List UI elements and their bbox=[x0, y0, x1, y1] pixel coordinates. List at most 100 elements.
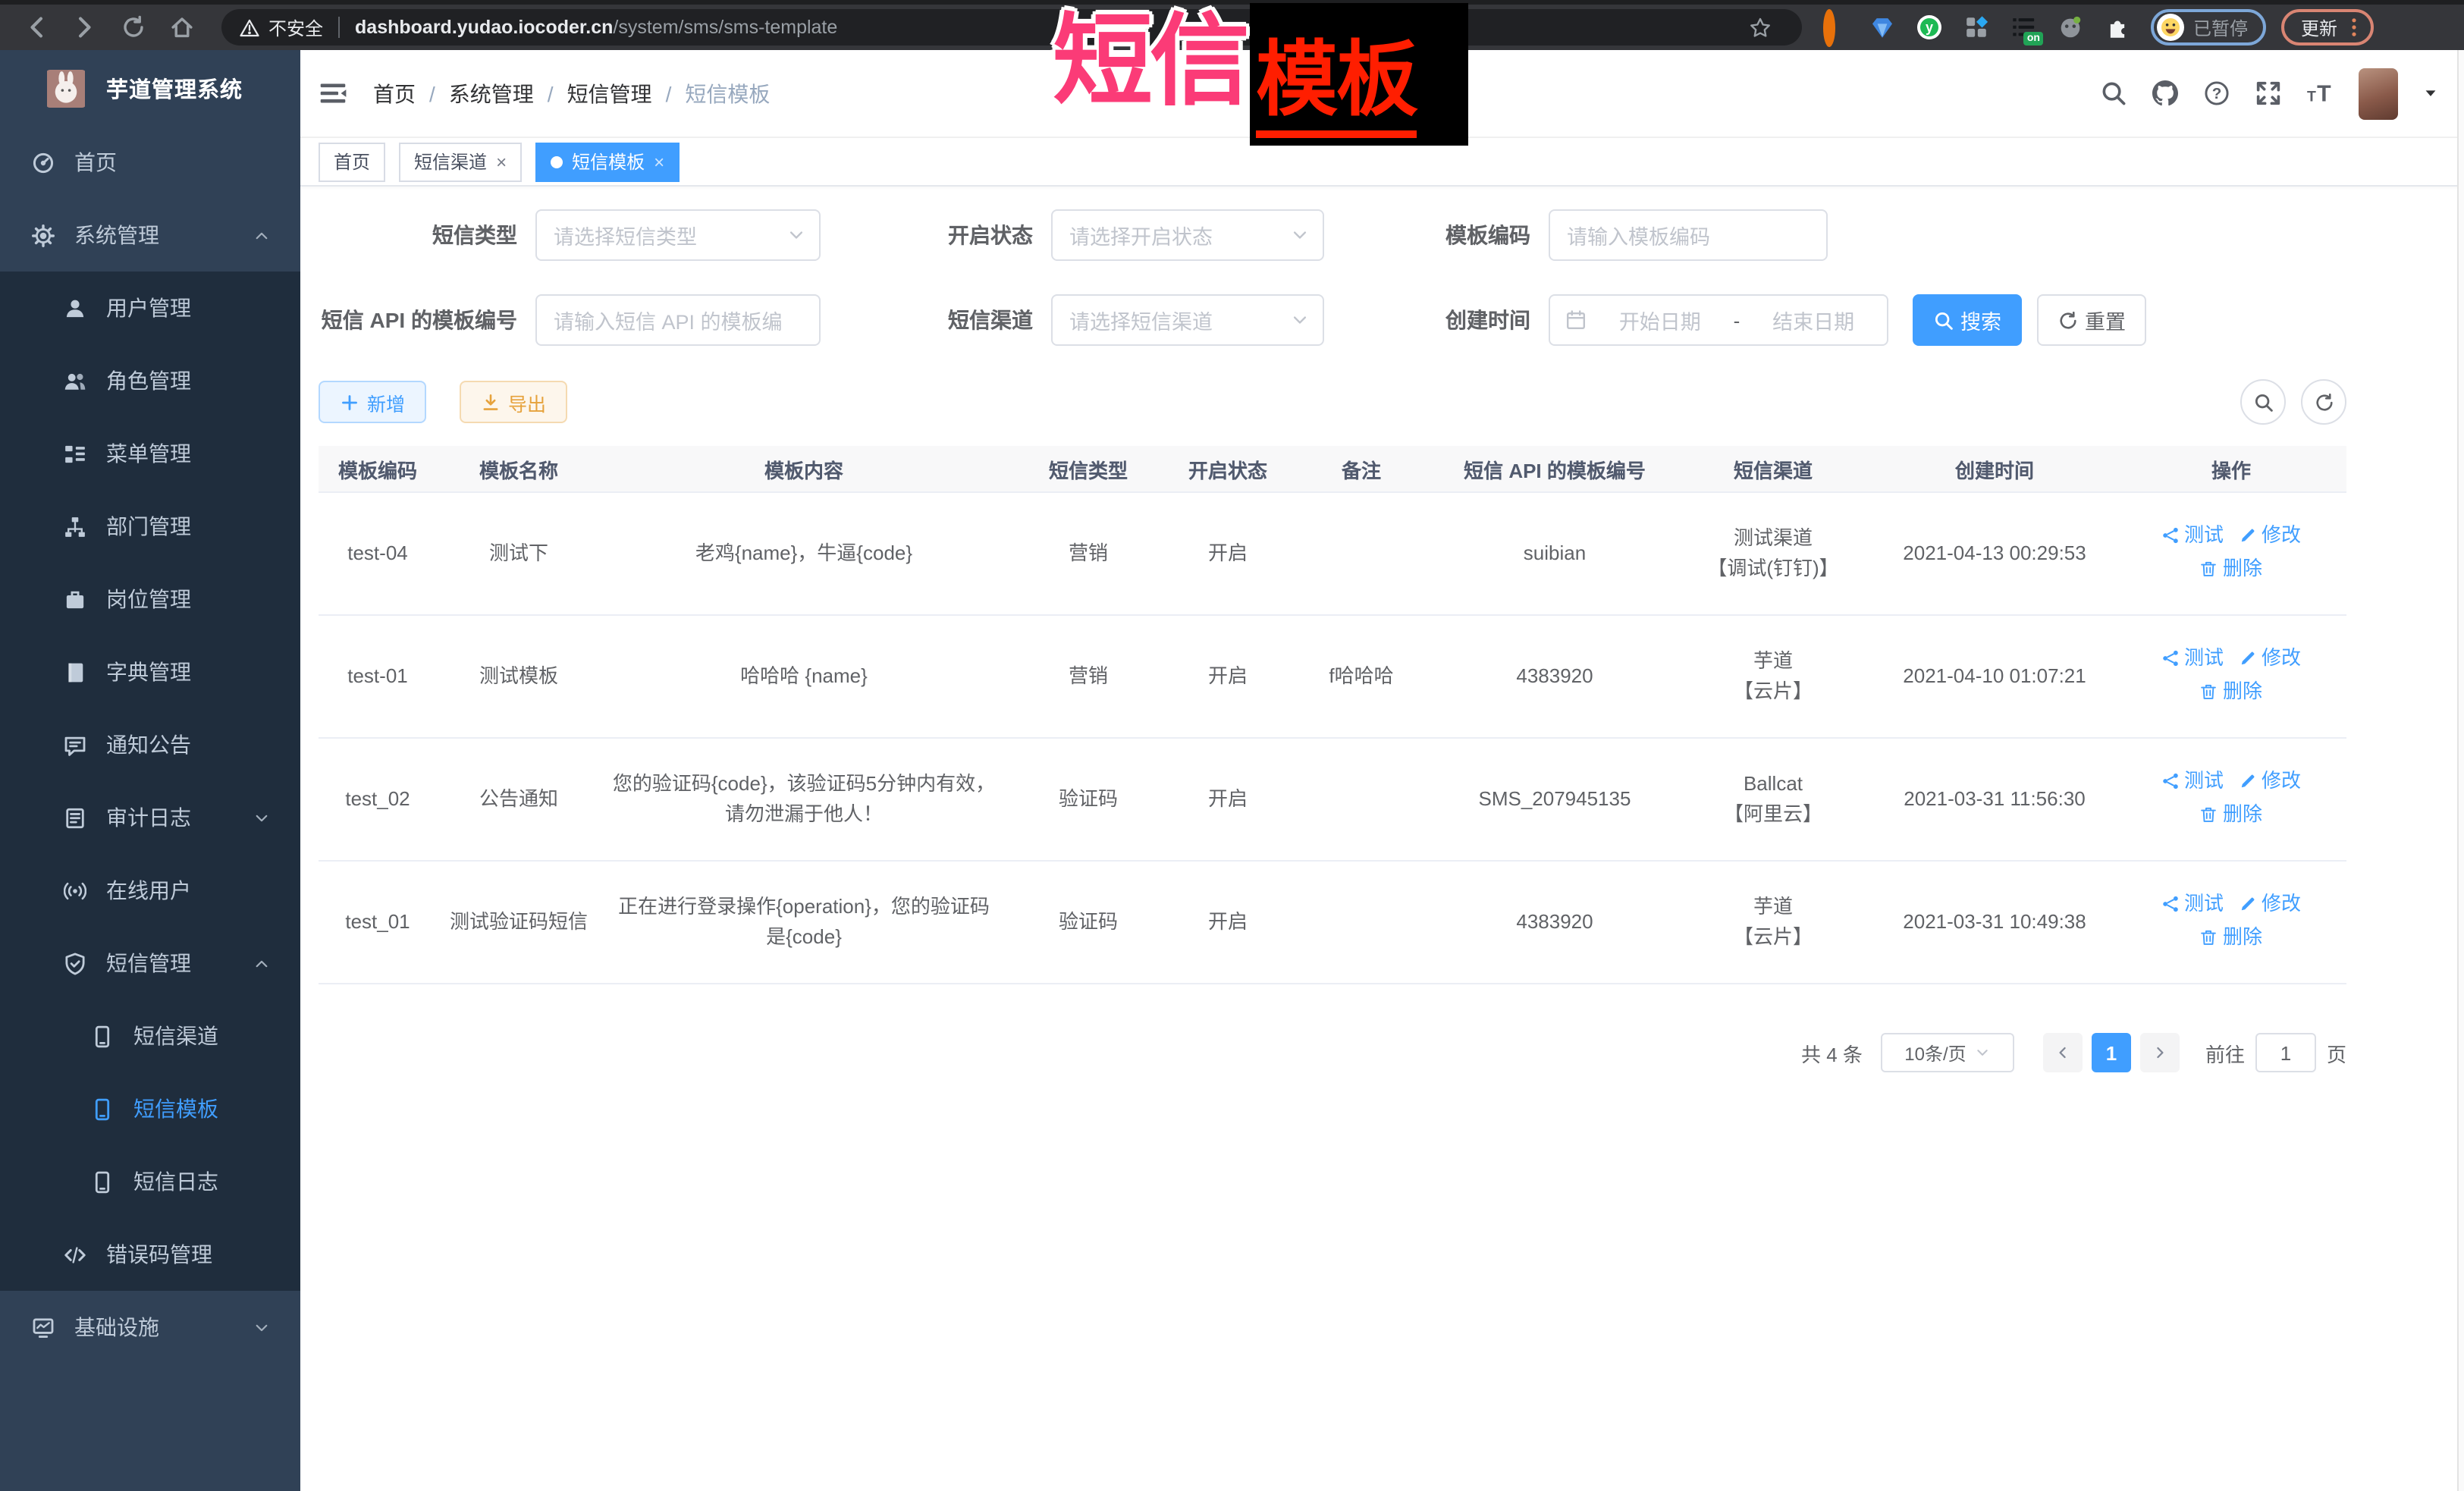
tab-sms-template[interactable]: 短信模板 × bbox=[535, 142, 680, 181]
search-button[interactable]: 搜索 bbox=[1913, 294, 2022, 346]
active-tab-dot bbox=[551, 155, 563, 168]
prev-page-button[interactable] bbox=[2043, 1033, 2083, 1072]
close-tab-icon[interactable]: × bbox=[496, 152, 507, 171]
delete-link[interactable]: 删除 bbox=[2200, 676, 2262, 707]
sidebar-item-dept-mgmt[interactable]: 部门管理 bbox=[0, 490, 300, 563]
extension-ring-icon[interactable] bbox=[1823, 15, 1847, 39]
sidebar-item-label: 基础设施 bbox=[74, 1312, 159, 1342]
status-select[interactable]: 请选择开启状态 bbox=[1051, 209, 1324, 261]
next-page-button[interactable] bbox=[2140, 1033, 2180, 1072]
edit-link[interactable]: 修改 bbox=[2239, 766, 2301, 796]
template-code-input[interactable]: 请输入模板编码 bbox=[1549, 209, 1828, 261]
security-label[interactable]: 不安全 bbox=[268, 14, 323, 40]
sidebar-item-label: 用户管理 bbox=[106, 293, 191, 323]
reset-button[interactable]: 重置 bbox=[2037, 294, 2146, 346]
header-search-icon[interactable] bbox=[2101, 80, 2127, 106]
sidebar-item-dict-mgmt[interactable]: 字典管理 bbox=[0, 636, 300, 708]
sidebar-item-infrastructure[interactable]: 基础设施 bbox=[0, 1291, 300, 1364]
edit-link[interactable]: 修改 bbox=[2239, 889, 2301, 919]
sidebar-item-notice[interactable]: 通知公告 bbox=[0, 708, 300, 781]
sidebar-item-user-mgmt[interactable]: 用户管理 bbox=[0, 272, 300, 344]
browser-back-icon[interactable] bbox=[24, 15, 49, 39]
sidebar-item-system-mgmt[interactable]: 系统管理 bbox=[0, 199, 300, 272]
current-page-button[interactable]: 1 bbox=[2092, 1033, 2131, 1072]
test-link[interactable]: 测试 bbox=[2161, 643, 2224, 673]
test-link[interactable]: 测试 bbox=[2161, 889, 2224, 919]
breadcrumb-sms[interactable]: 短信管理 bbox=[567, 78, 652, 108]
delete-link[interactable]: 删除 bbox=[2200, 799, 2262, 830]
start-date-placeholder[interactable]: 开始日期 bbox=[1587, 305, 1734, 335]
test-link[interactable]: 测试 bbox=[2161, 766, 2224, 796]
column-header: 操作 bbox=[2116, 446, 2346, 492]
edit-link[interactable]: 修改 bbox=[2239, 643, 2301, 673]
bookmark-star-icon[interactable] bbox=[1749, 16, 1772, 39]
sidebar-item-online-user[interactable]: 在线用户 bbox=[0, 854, 300, 927]
end-date-placeholder[interactable]: 结束日期 bbox=[1740, 305, 1887, 335]
window-scrollbar[interactable] bbox=[2457, 50, 2464, 1491]
sidebar-logo-row[interactable]: 芋道管理系统 bbox=[0, 50, 300, 126]
trash-icon bbox=[2200, 560, 2218, 578]
sidebar-item-post-mgmt[interactable]: 岗位管理 bbox=[0, 563, 300, 636]
hamburger-icon[interactable] bbox=[319, 79, 347, 108]
github-icon[interactable] bbox=[2152, 80, 2178, 106]
delete-link[interactable]: 删除 bbox=[2200, 554, 2262, 584]
font-size-icon[interactable]: TT bbox=[2307, 80, 2333, 106]
sms-type-label: 短信类型 bbox=[319, 220, 517, 250]
goto-page-input[interactable]: 1 bbox=[2255, 1033, 2316, 1072]
sidebar-item-audit-log[interactable]: 审计日志 bbox=[0, 781, 300, 854]
sms-type-select[interactable]: 请选择短信类型 bbox=[535, 209, 821, 261]
url-host[interactable]: dashboard.yudao.iocoder.cn bbox=[355, 17, 613, 38]
dict-icon bbox=[64, 661, 86, 683]
code-icon bbox=[64, 1243, 86, 1266]
export-button[interactable]: 导出 bbox=[460, 381, 567, 423]
sidebar-item-home[interactable]: 首页 bbox=[0, 126, 300, 199]
toggle-search-button[interactable] bbox=[2240, 379, 2286, 425]
sms-template-table: 模板编码模板名称模板内容短信类型开启状态备注短信 API 的模板编号短信渠道创建… bbox=[319, 446, 2346, 984]
extensions-puzzle-icon[interactable] bbox=[2105, 15, 2130, 39]
profile-paused-pill[interactable]: 已暂停 bbox=[2151, 9, 2266, 46]
chevron-down-icon bbox=[1291, 226, 1309, 244]
help-icon[interactable]: ? bbox=[2204, 80, 2230, 106]
avatar-caret-down-icon[interactable] bbox=[2424, 86, 2437, 100]
fullscreen-icon[interactable] bbox=[2255, 80, 2281, 106]
date-range-picker[interactable]: 开始日期 - 结束日期 bbox=[1549, 294, 1888, 346]
shield-icon bbox=[64, 952, 86, 975]
sidebar-item-error-code-mgmt[interactable]: 错误码管理 bbox=[0, 1218, 300, 1291]
add-button[interactable]: 新增 bbox=[319, 381, 426, 423]
page-unit-label: 页 bbox=[2327, 1038, 2346, 1067]
main-area: 首页 / 系统管理 / 短信管理 / 短信模板 ? TT bbox=[300, 50, 2464, 1491]
breadcrumb-home[interactable]: 首页 bbox=[373, 78, 416, 108]
browser-menu-icon[interactable] bbox=[2345, 17, 2363, 38]
extension-monkey-icon[interactable] bbox=[2058, 15, 2083, 39]
refresh-table-button[interactable] bbox=[2301, 379, 2346, 425]
browser-reload-icon[interactable] bbox=[121, 15, 146, 39]
tab-home[interactable]: 首页 bbox=[319, 142, 385, 181]
channel-select[interactable]: 请选择短信渠道 bbox=[1051, 294, 1324, 346]
extension-grid-icon[interactable] bbox=[1964, 15, 1988, 39]
user-avatar[interactable] bbox=[2359, 67, 2398, 119]
extension-green-y-icon[interactable]: y bbox=[1917, 15, 1941, 39]
page-size-select[interactable]: 10条/页 bbox=[1881, 1033, 2014, 1072]
browser-update-button[interactable]: 更新 bbox=[2281, 9, 2374, 46]
sidebar-item-sms-channel[interactable]: 短信渠道 bbox=[0, 1000, 300, 1072]
edit-link[interactable]: 修改 bbox=[2239, 520, 2301, 551]
extension-gem-icon[interactable] bbox=[1870, 15, 1894, 39]
sidebar-item-role-mgmt[interactable]: 角色管理 bbox=[0, 344, 300, 417]
delete-link[interactable]: 删除 bbox=[2200, 922, 2262, 953]
breadcrumb-system[interactable]: 系统管理 bbox=[449, 78, 534, 108]
url-path[interactable]: /system/sms/sms-template bbox=[613, 17, 837, 38]
insecure-warning-icon[interactable] bbox=[240, 17, 259, 37]
sidebar-item-sms-mgmt[interactable]: 短信管理 bbox=[0, 927, 300, 1000]
sidebar-item-sms-template[interactable]: 短信模板 bbox=[0, 1072, 300, 1145]
extension-list-icon[interactable]: on bbox=[2011, 15, 2036, 39]
browser-home-icon[interactable] bbox=[170, 15, 194, 39]
tab-sms-channel[interactable]: 短信渠道 × bbox=[399, 142, 522, 181]
api-template-id-input[interactable]: 请输入短信 API 的模板编 bbox=[535, 294, 821, 346]
cell bbox=[1286, 492, 1436, 615]
close-tab-icon[interactable]: × bbox=[654, 152, 664, 171]
test-link[interactable]: 测试 bbox=[2161, 520, 2224, 551]
sidebar-item-menu-mgmt[interactable]: 菜单管理 bbox=[0, 417, 300, 490]
address-bar[interactable]: 不安全 dashboard.yudao.iocoder.cn /system/s… bbox=[221, 9, 1802, 46]
browser-forward-icon[interactable] bbox=[73, 15, 97, 39]
sidebar-item-sms-log[interactable]: 短信日志 bbox=[0, 1145, 300, 1218]
